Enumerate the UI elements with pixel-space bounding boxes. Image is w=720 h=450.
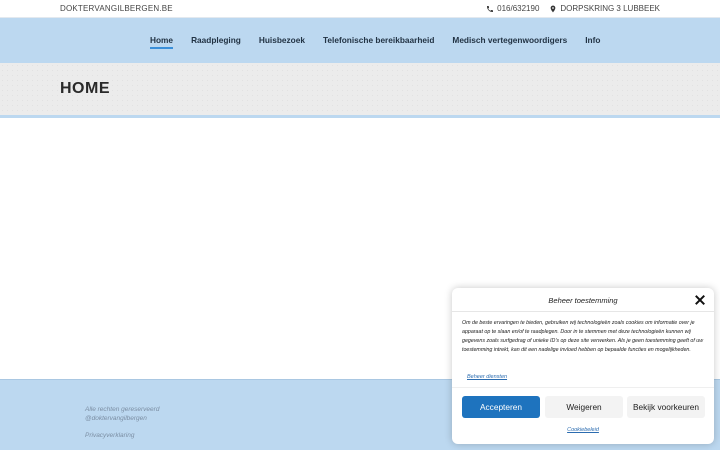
phone-number: 016/632190 [497, 4, 540, 13]
location-pin-icon [551, 5, 556, 12]
site-name[interactable]: DOKTERVANGILBERGEN.BE [60, 4, 173, 13]
nav-item-huisbezoek[interactable]: Huisbezoek [259, 35, 305, 45]
nav-item-info[interactable]: Info [585, 35, 600, 45]
phone-icon [487, 5, 494, 12]
cookie-description: Om de beste ervaringen te bieden, gebrui… [462, 320, 704, 353]
divider [452, 387, 714, 388]
header-divider [0, 115, 720, 118]
nav-item-home[interactable]: Home [150, 35, 174, 49]
nav-item-raadpleging[interactable]: Raadpleging [191, 35, 241, 45]
manage-services-link[interactable]: Beheer diensten [467, 374, 507, 380]
deny-button[interactable]: Weigeren [545, 396, 623, 418]
page-title: HOME [60, 80, 110, 97]
contact-info: 016/632190 DORPSKRING 3 LUBBEEK [476, 4, 660, 13]
close-icon[interactable] [695, 295, 705, 305]
top-bar: DOKTERVANGILBERGEN.BE 016/632190 DORPSKR… [0, 0, 720, 18]
divider [452, 311, 714, 312]
copyright-line-2: @doktervangilbergen [85, 415, 147, 422]
main-navigation: Home Raadpleging Huisbezoek Telefonische… [0, 18, 720, 63]
privacy-link[interactable]: Privacyverklaring [85, 432, 135, 439]
cookie-dialog-title: Beheer toestemming [548, 296, 618, 305]
nav-menu: Home Raadpleging Huisbezoek Telefonische… [150, 35, 618, 49]
footer-copyright: Alle rechten gereserveerd @doktervangilb… [85, 405, 159, 423]
address-text: DORPSKRING 3 LUBBEEK [560, 4, 660, 13]
nav-item-telefonische-bereikbaarheid[interactable]: Telefonische bereikbaarheid [323, 35, 434, 45]
phone-contact[interactable]: 016/632190 [486, 4, 539, 13]
copyright-line-1: Alle rechten gereserveerd [85, 406, 160, 413]
accept-button[interactable]: Accepteren [462, 396, 540, 418]
address-contact[interactable]: DORPSKRING 3 LUBBEEK [549, 4, 660, 13]
cookie-policy-link[interactable]: Cookiebeleid [452, 427, 714, 433]
view-preferences-button[interactable]: Bekijk voorkeuren [627, 396, 705, 418]
nav-item-medisch-vertegenwoordigers[interactable]: Medisch vertegenwoordigers [452, 35, 567, 45]
cookie-consent-dialog: Beheer toestemming Om de beste ervaringe… [452, 288, 714, 444]
